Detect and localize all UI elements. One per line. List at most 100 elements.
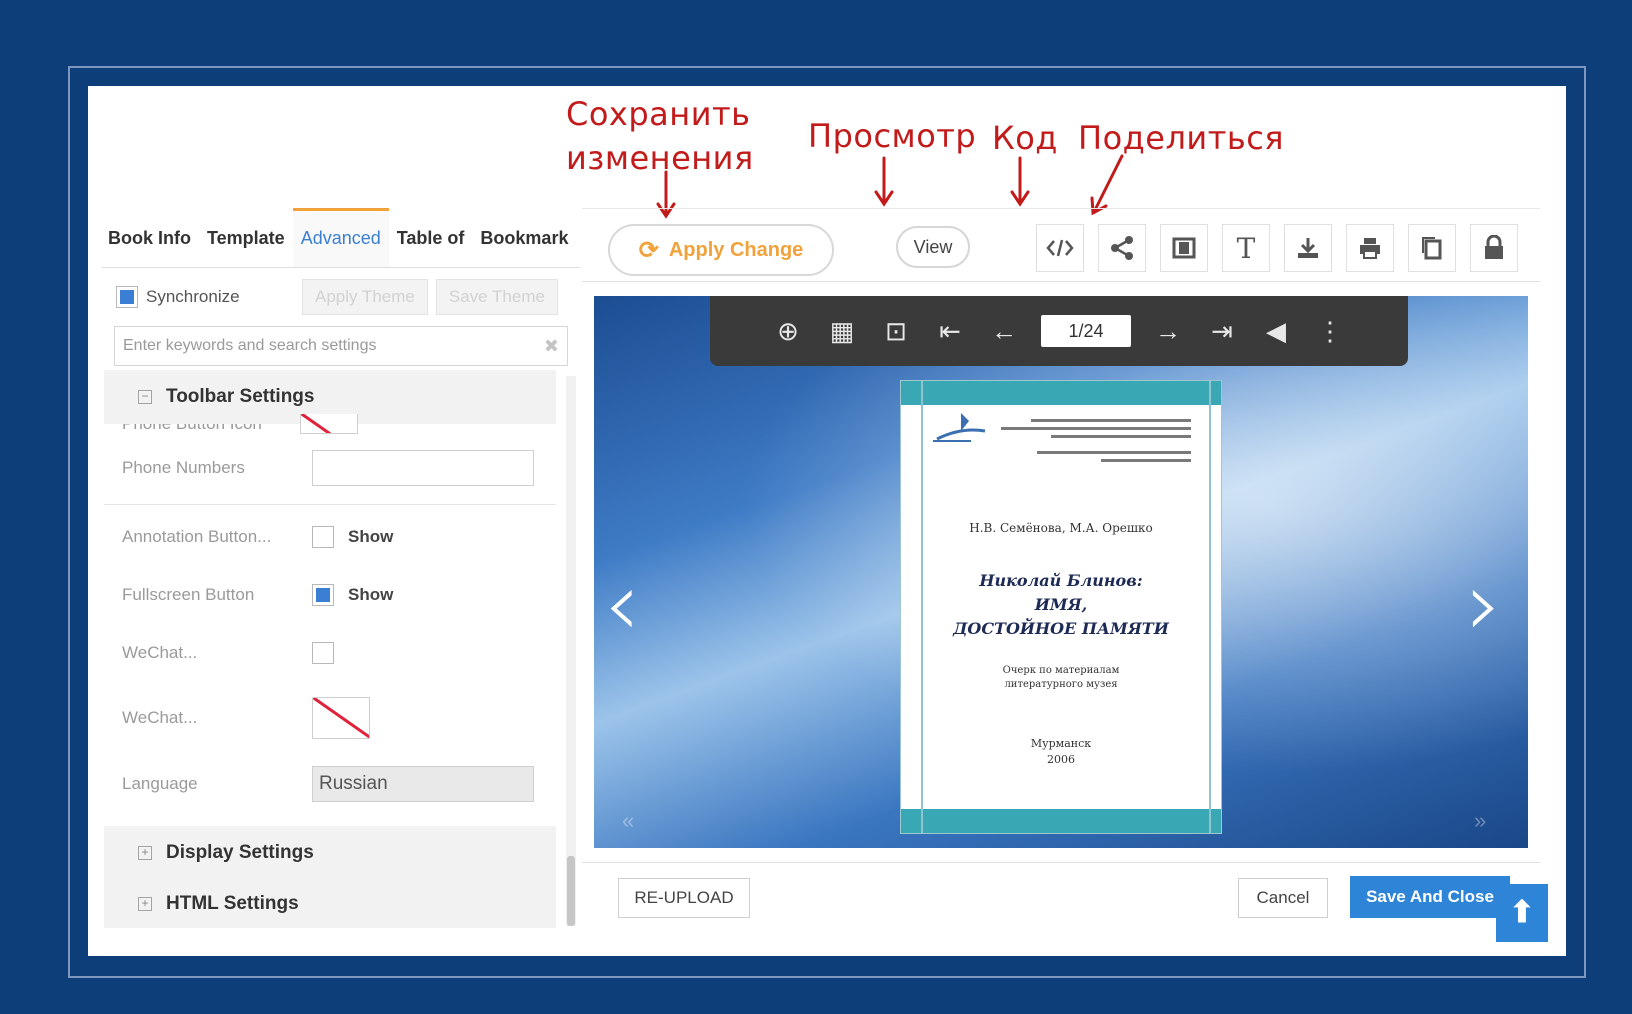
fullscreen-button-label: Fullscreen Button	[122, 585, 255, 604]
phone-numbers-label: Phone Numbers	[122, 458, 245, 477]
book-icon[interactable]	[1160, 224, 1208, 272]
cancel-button[interactable]: Cancel	[1238, 878, 1328, 918]
fit-icon[interactable]: ⊡	[879, 316, 913, 347]
header-text-line	[1031, 419, 1191, 422]
first-page-icon[interactable]: ⇤	[933, 316, 967, 347]
wechat-checkbox[interactable]	[312, 642, 334, 664]
scrollbar-thumb[interactable]	[567, 856, 575, 926]
refresh-icon: ⟳	[638, 236, 659, 264]
sync-row: Synchronize Apply Theme Save Theme	[116, 278, 572, 316]
html-settings-label: HTML Settings	[166, 893, 299, 914]
wechat-label-1: WeChat...	[122, 643, 198, 662]
page-indicator-input[interactable]: 1/24	[1041, 315, 1131, 347]
search-settings-input[interactable]: Enter keywords and search settings ✖	[114, 326, 568, 366]
copy-glyph	[1422, 237, 1442, 260]
scroll-to-top-icon[interactable]: ⬆	[1496, 884, 1548, 942]
share-icon[interactable]	[1098, 224, 1146, 272]
synchronize-label: Synchronize	[146, 287, 240, 306]
share-glyph	[1111, 236, 1133, 260]
prev-arrow-icon[interactable]: ‹	[604, 560, 640, 650]
cover-title-line-1: Николай Блинов:	[979, 571, 1143, 590]
print-icon[interactable]	[1346, 224, 1394, 272]
expand-icon: +	[138, 897, 152, 911]
fullscreen-checkbox[interactable]	[312, 584, 334, 606]
header-text-line	[1101, 459, 1191, 462]
phone-numbers-input[interactable]	[312, 450, 534, 486]
last-page-arrow-icon[interactable]: »	[1474, 808, 1486, 834]
cover-band-bottom	[901, 809, 1221, 833]
download-glyph	[1298, 238, 1318, 258]
lock-glyph	[1485, 235, 1503, 259]
zoom-in-icon[interactable]: ⊕	[771, 316, 805, 347]
setting-phone-numbers: Phone Numbers	[122, 450, 552, 486]
copy-icon[interactable]	[1408, 224, 1456, 272]
lock-icon[interactable]	[1470, 224, 1518, 272]
tab-book-info[interactable]: Book Info	[102, 208, 199, 267]
code-glyph	[1046, 239, 1074, 257]
phone-button-icon-swatch[interactable]	[300, 414, 358, 434]
next-arrow-icon[interactable]: ›	[1466, 560, 1502, 650]
first-page-arrow-icon[interactable]: «	[622, 808, 634, 834]
cover-title-line-3: ДОСТОЙНОЕ ПАМЯТИ	[953, 619, 1169, 638]
setting-fullscreen-button: Fullscreen Button Show	[122, 580, 552, 610]
cover-subtitle-line-1: Очерк по материалам	[1002, 665, 1120, 676]
apply-change-button[interactable]: ⟳ Apply Change	[608, 224, 834, 276]
annotation-share: Поделиться	[1078, 119, 1285, 157]
save-and-close-button[interactable]: Save And Close	[1350, 876, 1510, 918]
header-text-line	[1051, 435, 1191, 438]
more-icon[interactable]: ⋮	[1313, 316, 1347, 347]
tab-table-of-contents[interactable]: Table of	[389, 208, 473, 267]
annotation-button-label: Annotation Button...	[122, 527, 272, 546]
bottom-bar	[582, 862, 1540, 863]
display-settings-header[interactable]: + Display Settings	[104, 826, 556, 880]
cover-band-top	[901, 381, 1221, 405]
html-settings-header[interactable]: + HTML Settings	[104, 880, 556, 928]
cover-subtitle-line-2: литературного музея	[1004, 679, 1118, 690]
wechat-icon-swatch[interactable]	[312, 697, 370, 739]
close-icon[interactable]: ✖	[544, 327, 559, 365]
tab-advanced[interactable]: Advanced	[292, 208, 389, 267]
library-logo	[933, 413, 986, 442]
cover-year: 2006	[1047, 753, 1075, 766]
next-page-icon[interactable]: →	[1151, 316, 1185, 347]
language-label: Language	[122, 774, 198, 793]
tab-template[interactable]: Template	[199, 208, 293, 267]
language-select[interactable]: Russian	[312, 766, 534, 802]
cover-authors: Н.В. Семёнова, М.А. Орешко	[969, 521, 1153, 535]
fullscreen-show-label: Show	[348, 585, 394, 604]
annotation-save: Сохранить изменения	[566, 92, 754, 180]
cover-title-line-2: ИМЯ,	[1034, 595, 1088, 614]
annotation-save-line1: Сохранить	[566, 95, 751, 133]
settings-tabs: Book Info Template Advanced Table of Boo…	[102, 208, 580, 268]
thumbnails-icon[interactable]: ▦	[825, 316, 859, 347]
book-glyph	[1172, 237, 1196, 259]
apply-theme-button[interactable]: Apply Theme	[302, 279, 428, 315]
book-cover-page[interactable]: Н.В. Семёнова, М.А. Орешко Николай Блино…	[900, 380, 1222, 834]
setting-wechat-1: WeChat...	[122, 638, 552, 668]
annotation-code: Код	[992, 119, 1058, 157]
prev-page-icon[interactable]: ←	[987, 316, 1021, 347]
setting-wechat-2: WeChat...	[122, 696, 552, 740]
expand-icon: +	[138, 846, 152, 860]
annotation-checkbox[interactable]	[312, 526, 334, 548]
phone-button-icon-label: Phone Button Icon	[122, 424, 312, 434]
tab-bookmark[interactable]: Bookmark	[472, 208, 576, 267]
cover-city: Мурманск	[1030, 737, 1092, 750]
annotation-view: Просмотр	[808, 117, 977, 155]
save-theme-button[interactable]: Save Theme	[435, 279, 558, 315]
sound-icon[interactable]: ◀	[1259, 316, 1293, 347]
search-placeholder: Enter keywords and search settings	[123, 337, 377, 354]
settings-scrollbar[interactable]	[566, 376, 576, 926]
text-icon[interactable]: T	[1222, 224, 1270, 272]
reupload-button[interactable]: RE-UPLOAD	[618, 878, 750, 918]
viewer-toolbar: ⊕ ▦ ⊡ ⇤ ← 1/24 → ⇥ ◀ ⋮	[710, 296, 1408, 366]
annotation-save-line2: изменения	[566, 139, 754, 177]
view-button[interactable]: View	[896, 226, 970, 268]
print-glyph	[1360, 238, 1380, 259]
download-icon[interactable]	[1284, 224, 1332, 272]
last-page-icon[interactable]: ⇥	[1205, 316, 1239, 347]
header-text-line	[1001, 427, 1191, 430]
code-icon[interactable]	[1036, 224, 1084, 272]
apply-change-label: Apply Change	[668, 238, 804, 261]
synchronize-checkbox[interactable]	[116, 286, 138, 308]
